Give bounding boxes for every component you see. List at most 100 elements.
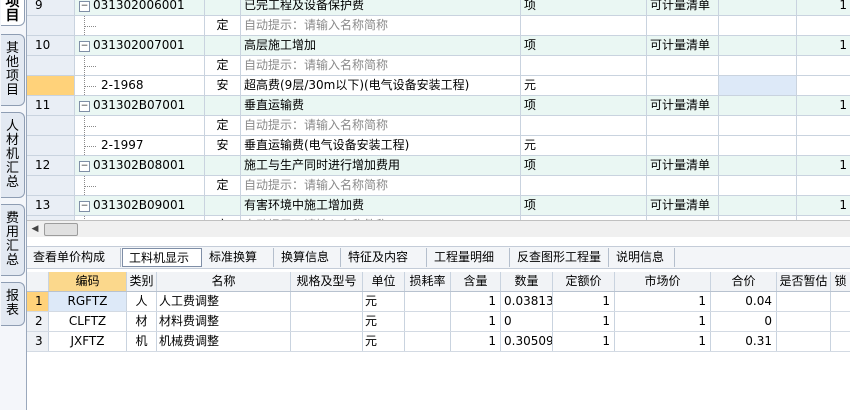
name-hint-input[interactable]: 自动提示：请输入名称简称 bbox=[241, 56, 521, 75]
resource-cell[interactable] bbox=[291, 312, 363, 331]
item-type[interactable] bbox=[647, 16, 719, 35]
name-hint-input[interactable]: 自动提示：请输入名称简称 bbox=[241, 16, 521, 35]
column-header[interactable]: 类别 bbox=[127, 272, 157, 291]
item-category[interactable] bbox=[205, 36, 241, 55]
resource-cell[interactable] bbox=[831, 292, 850, 311]
item-name[interactable]: 垂直运输费(电气设备安装工程) bbox=[241, 136, 521, 155]
item-category[interactable] bbox=[205, 96, 241, 115]
column-header[interactable]: 单位 bbox=[363, 272, 405, 291]
side-tab-reports[interactable]: 报表报表 bbox=[1, 282, 25, 326]
item-code[interactable]: −031302B08001 bbox=[75, 156, 205, 175]
resource-cell[interactable]: 人 bbox=[127, 292, 157, 311]
row-number[interactable] bbox=[27, 56, 75, 75]
resource-cell[interactable] bbox=[405, 332, 451, 351]
resource-cell[interactable]: 元 bbox=[363, 332, 405, 351]
resource-cell[interactable]: JXFTZ bbox=[49, 332, 127, 351]
item-extra-cell[interactable] bbox=[719, 196, 797, 215]
item-code[interactable]: −031302B07001 bbox=[75, 96, 205, 115]
item-unit[interactable] bbox=[521, 176, 647, 195]
item-name[interactable]: 施工与生产同时进行增加费用 bbox=[241, 156, 521, 175]
item-unit[interactable]: 项 bbox=[521, 96, 647, 115]
collapse-icon[interactable]: − bbox=[79, 161, 90, 172]
bill-item-row[interactable]: 13−031302B09001 有害环境中施工增加费项可计量清单 1 bbox=[27, 196, 850, 216]
resource-cell[interactable]: 元 bbox=[363, 312, 405, 331]
item-category[interactable] bbox=[205, 0, 241, 15]
item-unit[interactable]: 元 bbox=[521, 136, 647, 155]
column-header[interactable]: 锁 bbox=[831, 272, 850, 291]
resource-cell[interactable]: 1 bbox=[451, 312, 501, 331]
resource-cell[interactable] bbox=[291, 292, 363, 311]
resource-cell[interactable] bbox=[831, 332, 850, 351]
column-header[interactable]: 合价 bbox=[711, 272, 777, 291]
item-quantity[interactable] bbox=[797, 56, 850, 75]
resource-cell[interactable]: 1 bbox=[553, 332, 615, 351]
resource-cell[interactable]: 1 bbox=[615, 332, 711, 351]
resource-cell[interactable]: 机械费调整 bbox=[157, 332, 291, 351]
item-extra-cell[interactable] bbox=[719, 56, 797, 75]
column-header[interactable]: 编码 bbox=[49, 272, 127, 291]
item-extra-cell[interactable] bbox=[719, 76, 797, 95]
side-tab-project[interactable]: 项目项目 bbox=[1, 0, 25, 26]
column-header[interactable]: 规格及型号 bbox=[291, 272, 363, 291]
resource-cell[interactable]: 机 bbox=[127, 332, 157, 351]
item-quantity[interactable]: 1 bbox=[797, 0, 850, 15]
resource-cell[interactable]: 2 bbox=[27, 312, 49, 331]
detail-tab[interactable]: 换算信息 bbox=[275, 248, 341, 267]
column-header[interactable]: 名称 bbox=[157, 272, 291, 291]
collapse-icon[interactable]: − bbox=[79, 41, 90, 52]
resource-cell[interactable] bbox=[405, 312, 451, 331]
collapse-icon[interactable]: − bbox=[79, 1, 90, 12]
item-category[interactable]: 定 bbox=[205, 176, 241, 195]
item-name[interactable]: 垂直运输费 bbox=[241, 96, 521, 115]
item-code[interactable] bbox=[75, 176, 205, 195]
item-extra-cell[interactable] bbox=[719, 156, 797, 175]
detail-tab[interactable]: 工料机显示 bbox=[122, 248, 202, 267]
item-code[interactable]: −031302007001 bbox=[75, 36, 205, 55]
item-extra-cell[interactable] bbox=[719, 176, 797, 195]
item-category[interactable]: 定 bbox=[205, 56, 241, 75]
bill-item-row[interactable]: 12−031302B08001 施工与生产同时进行增加费用项可计量清单 1 bbox=[27, 156, 850, 176]
resource-cell[interactable] bbox=[777, 292, 831, 311]
row-number[interactable]: 9 bbox=[27, 0, 75, 15]
bill-item-row[interactable]: 11−031302B07001 垂直运输费项可计量清单 1 bbox=[27, 96, 850, 116]
item-quantity[interactable] bbox=[797, 176, 850, 195]
item-unit[interactable] bbox=[521, 56, 647, 75]
resource-cell[interactable]: 元 bbox=[363, 292, 405, 311]
item-quantity[interactable]: 1 bbox=[797, 36, 850, 55]
resource-cell[interactable]: 1 bbox=[553, 292, 615, 311]
column-header[interactable]: 含量 bbox=[451, 272, 501, 291]
detail-tab[interactable]: 反查图形工程量 bbox=[511, 248, 609, 267]
quota-row[interactable]: 2-1997 安垂直运输费(电气设备安装工程) 元 bbox=[27, 136, 850, 156]
collapse-icon[interactable]: − bbox=[79, 101, 90, 112]
item-type[interactable] bbox=[647, 76, 719, 95]
item-quantity[interactable]: 1 bbox=[797, 156, 850, 175]
detail-tab[interactable]: 说明信息 bbox=[610, 248, 675, 267]
scroll-left-arrow-icon[interactable]: ◀ bbox=[29, 223, 41, 235]
item-unit[interactable] bbox=[521, 116, 647, 135]
item-code[interactable] bbox=[75, 16, 205, 35]
item-quantity[interactable] bbox=[797, 136, 850, 155]
detail-tab[interactable]: 查看单价构成 bbox=[27, 248, 121, 267]
item-code[interactable]: 2-1997 bbox=[75, 136, 205, 155]
resource-cell[interactable]: RGFTZ bbox=[49, 292, 127, 311]
item-name[interactable]: 已完工程及设备保护费 bbox=[241, 0, 521, 15]
resource-cell[interactable]: 材料费调整 bbox=[157, 312, 291, 331]
resource-cell[interactable]: 0 bbox=[711, 312, 777, 331]
column-header[interactable]: 市场价 bbox=[615, 272, 711, 291]
resource-cell[interactable]: 人工费调整 bbox=[157, 292, 291, 311]
row-number[interactable] bbox=[27, 176, 75, 195]
resource-cell[interactable]: 材 bbox=[127, 312, 157, 331]
item-unit[interactable]: 项 bbox=[521, 36, 647, 55]
resource-cell[interactable] bbox=[777, 332, 831, 351]
resource-cell[interactable]: 1 bbox=[451, 292, 501, 311]
resource-cell[interactable]: 1 bbox=[615, 292, 711, 311]
item-extra-cell[interactable] bbox=[719, 0, 797, 15]
item-type[interactable] bbox=[647, 176, 719, 195]
row-number[interactable]: 11 bbox=[27, 96, 75, 115]
resource-cell[interactable]: 1 bbox=[553, 312, 615, 331]
item-type[interactable] bbox=[647, 116, 719, 135]
item-category[interactable]: 安 bbox=[205, 136, 241, 155]
item-category[interactable] bbox=[205, 156, 241, 175]
quota-row[interactable]: 定自动提示：请输入名称简称 bbox=[27, 176, 850, 196]
quota-row[interactable]: 定自动提示：请输入名称简称 bbox=[27, 16, 850, 36]
